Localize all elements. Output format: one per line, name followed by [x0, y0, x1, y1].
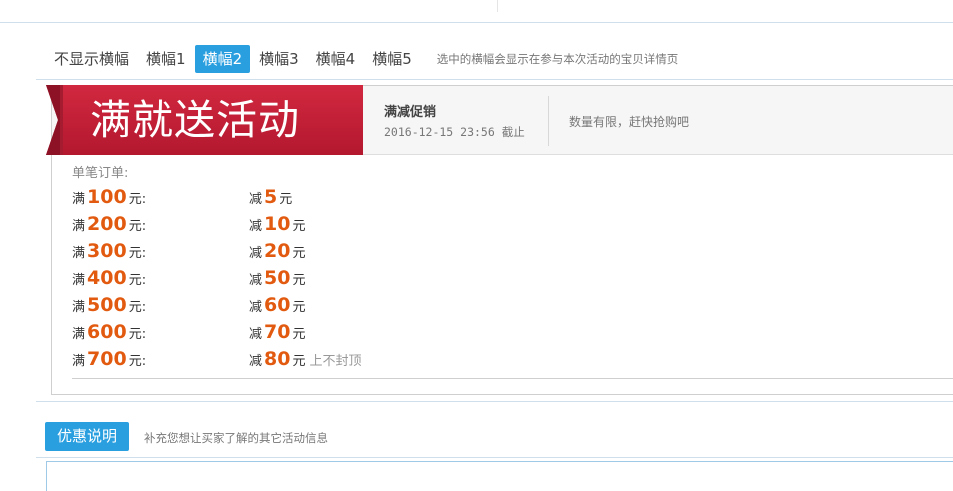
rule-discount: 50 [264, 267, 291, 289]
rule-row: 满 400 元: 减 50 元 [72, 267, 306, 289]
tab-banner-5[interactable]: 横幅5 [364, 45, 420, 73]
tabs-hint: 选中的横幅会显示在参与本次活动的宝贝详情页 [436, 52, 679, 66]
rule-threshold: 500 [87, 294, 127, 316]
rule-discount: 80 [264, 348, 291, 370]
tab-banner-2[interactable]: 横幅2 [194, 45, 251, 73]
top-separator [0, 22, 953, 23]
rule-discount: 70 [264, 321, 291, 343]
tab-no-banner[interactable]: 不显示横幅 [46, 45, 137, 73]
rule-discount: 10 [264, 213, 291, 235]
promo-title: 满减促销 [384, 105, 437, 120]
discount-description-tab[interactable]: 优惠说明 [45, 422, 129, 451]
rule-threshold: 600 [87, 321, 127, 343]
tab-banner-4[interactable]: 横幅4 [308, 45, 364, 73]
rule-threshold: 100 [87, 186, 127, 208]
rules-bottom-divider [72, 378, 953, 379]
rule-discount: 20 [264, 240, 291, 262]
promo-deadline: 2016-12-15 23:56 截止 [384, 125, 525, 139]
rules-title: 单笔订单: [72, 166, 129, 181]
banner-tabs: 不显示横幅 横幅1 横幅2 横幅3 横幅4 横幅5 选中的横幅会显示在参与本次活… [46, 45, 678, 73]
tab-banner-3[interactable]: 横幅3 [251, 45, 307, 73]
rule-row: 满 500 元: 减 60 元 [72, 294, 306, 316]
rule-discount: 5 [264, 186, 278, 208]
header-divider [548, 96, 549, 146]
rule-row: 满 200 元: 减 10 元 [72, 213, 306, 235]
promo-note: 数量有限，赶快抢购吧 [569, 115, 690, 129]
description-separator [36, 457, 953, 458]
top-panel [36, 0, 953, 23]
rule-note: 上不封顶 [309, 354, 362, 369]
tabs-separator [36, 79, 953, 80]
rule-discount: 60 [264, 294, 291, 316]
description-textarea[interactable] [46, 461, 953, 491]
tab-banner-1[interactable]: 横幅1 [138, 45, 194, 73]
rule-row: 满 100 元: 减5元 [72, 186, 293, 208]
rule-threshold: 300 [87, 240, 127, 262]
rule-row: 满 600 元: 减 70 元 [72, 321, 306, 343]
rule-row: 满 300 元: 减 20 元 [72, 240, 306, 262]
ribbon-title: 满就送活动 [90, 96, 300, 144]
rule-threshold: 200 [87, 213, 127, 235]
description-hint: 补充您想让买家了解的其它活动信息 [144, 431, 328, 445]
rule-threshold: 400 [87, 267, 127, 289]
rule-threshold: 700 [87, 348, 127, 370]
rule-row: 满 700 元: 减 80 元上不封顶 [72, 348, 362, 370]
section-separator [36, 401, 953, 402]
top-divider [497, 0, 498, 12]
